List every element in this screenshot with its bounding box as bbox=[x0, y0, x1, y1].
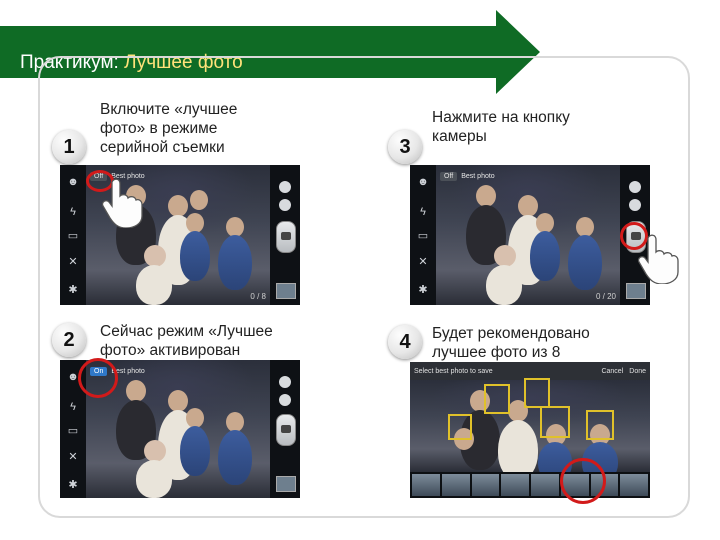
video-icon[interactable] bbox=[279, 199, 291, 211]
toggle-off[interactable]: Off bbox=[440, 171, 458, 181]
timer-icon: ✕ bbox=[418, 256, 428, 268]
thumbnail[interactable] bbox=[412, 474, 440, 496]
face-box bbox=[586, 410, 614, 440]
step-2-line-2: фото» активирован bbox=[100, 342, 241, 359]
camera-icon[interactable] bbox=[276, 221, 296, 253]
step-4-screenshot: Select best photo to save Cancel Done bbox=[410, 362, 650, 498]
mode-icon: ▭ bbox=[417, 230, 429, 242]
family-photo bbox=[436, 165, 620, 305]
done-button[interactable]: Done bbox=[629, 368, 646, 375]
highlight-ring bbox=[560, 458, 606, 504]
gallery-thumbnail[interactable] bbox=[626, 283, 646, 299]
step-3-number: 3 bbox=[388, 130, 422, 164]
flash-icon: ϟ bbox=[420, 206, 426, 218]
step-1-line-1: Включите «лучшее bbox=[100, 101, 238, 118]
best-photo-toggle[interactable]: Off Best photo bbox=[440, 169, 495, 183]
shot-counter: 0 / 20 bbox=[595, 292, 616, 301]
step-3-text: Нажмите на кнопку камеры bbox=[432, 108, 570, 146]
camera-switch-icon[interactable] bbox=[279, 181, 291, 193]
step-3-screenshot: ☻ ϟ ▭ ✕ ✱ Off Best photo 0 / 20 bbox=[410, 165, 650, 305]
best-photo-label: Best photo bbox=[461, 172, 495, 180]
step-4-line-2: лучшее фото из 8 bbox=[432, 344, 561, 361]
face-box bbox=[448, 414, 472, 440]
step-4-line-1: Будет рекомендовано bbox=[432, 325, 590, 342]
cancel-button[interactable]: Cancel bbox=[601, 368, 623, 375]
step-3-line-1: Нажмите на кнопку bbox=[432, 109, 570, 126]
video-icon[interactable] bbox=[629, 199, 641, 211]
step-4-number: 4 bbox=[388, 325, 422, 359]
scene-icon: ☻ bbox=[67, 176, 79, 188]
flash-icon: ϟ bbox=[70, 401, 76, 413]
step-3-line-2: камеры bbox=[432, 128, 487, 145]
thumbnail[interactable] bbox=[471, 474, 500, 496]
flash-icon: ϟ bbox=[70, 206, 76, 218]
gear-icon[interactable]: ✱ bbox=[416, 285, 430, 296]
mode-icon: ▭ bbox=[67, 230, 79, 242]
thumbnail[interactable] bbox=[441, 474, 470, 496]
face-box bbox=[524, 378, 550, 408]
select-best-title: Select best photo to save bbox=[414, 367, 493, 375]
scene-icon: ☻ bbox=[417, 176, 429, 188]
gallery-thumbnail[interactable] bbox=[276, 283, 296, 299]
pointing-hand-icon bbox=[101, 178, 143, 228]
thumbnail[interactable] bbox=[620, 474, 648, 496]
shot-counter: 0 / 8 bbox=[250, 292, 266, 301]
camera-switch-icon[interactable] bbox=[629, 181, 641, 193]
camera-switch-icon[interactable] bbox=[279, 376, 291, 388]
face-box bbox=[484, 384, 510, 414]
camera-right-toolbar bbox=[270, 360, 300, 498]
step-1-line-2: фото» в режиме bbox=[100, 120, 218, 137]
step-2-number: 2 bbox=[52, 323, 86, 357]
timer-icon: ✕ bbox=[68, 256, 78, 268]
thumbnail[interactable] bbox=[531, 474, 559, 496]
gear-icon[interactable]: ✱ bbox=[66, 480, 80, 491]
camera-icon[interactable] bbox=[276, 414, 296, 446]
thumbnail[interactable] bbox=[501, 474, 529, 496]
step-1-text: Включите «лучшее фото» в режиме серийной… bbox=[100, 100, 237, 157]
gallery-thumbnail[interactable] bbox=[276, 476, 296, 492]
highlight-ring bbox=[78, 358, 118, 398]
step-2-line-1: Сейчас режим «Лучшее bbox=[100, 323, 273, 340]
timer-icon: ✕ bbox=[68, 451, 78, 463]
camera-right-toolbar bbox=[270, 165, 300, 305]
camera-left-toolbar: ☻ ϟ ▭ ✕ ✱ bbox=[410, 165, 436, 305]
mode-icon: ▭ bbox=[67, 425, 79, 437]
camera-left-toolbar: ☻ ϟ ▭ ✕ ✱ bbox=[60, 165, 86, 305]
pointing-hand-icon bbox=[637, 234, 679, 284]
step-1-number: 1 bbox=[52, 130, 86, 164]
video-icon[interactable] bbox=[279, 394, 291, 406]
step-2-text: Сейчас режим «Лучшее фото» активирован bbox=[100, 322, 273, 360]
step-4-text: Будет рекомендовано лучшее фото из 8 bbox=[432, 324, 590, 362]
gear-icon[interactable]: ✱ bbox=[66, 285, 80, 296]
thumbnail-strip bbox=[410, 472, 650, 498]
step-1-line-3: серийной съемки bbox=[100, 139, 225, 156]
face-box bbox=[540, 406, 570, 438]
